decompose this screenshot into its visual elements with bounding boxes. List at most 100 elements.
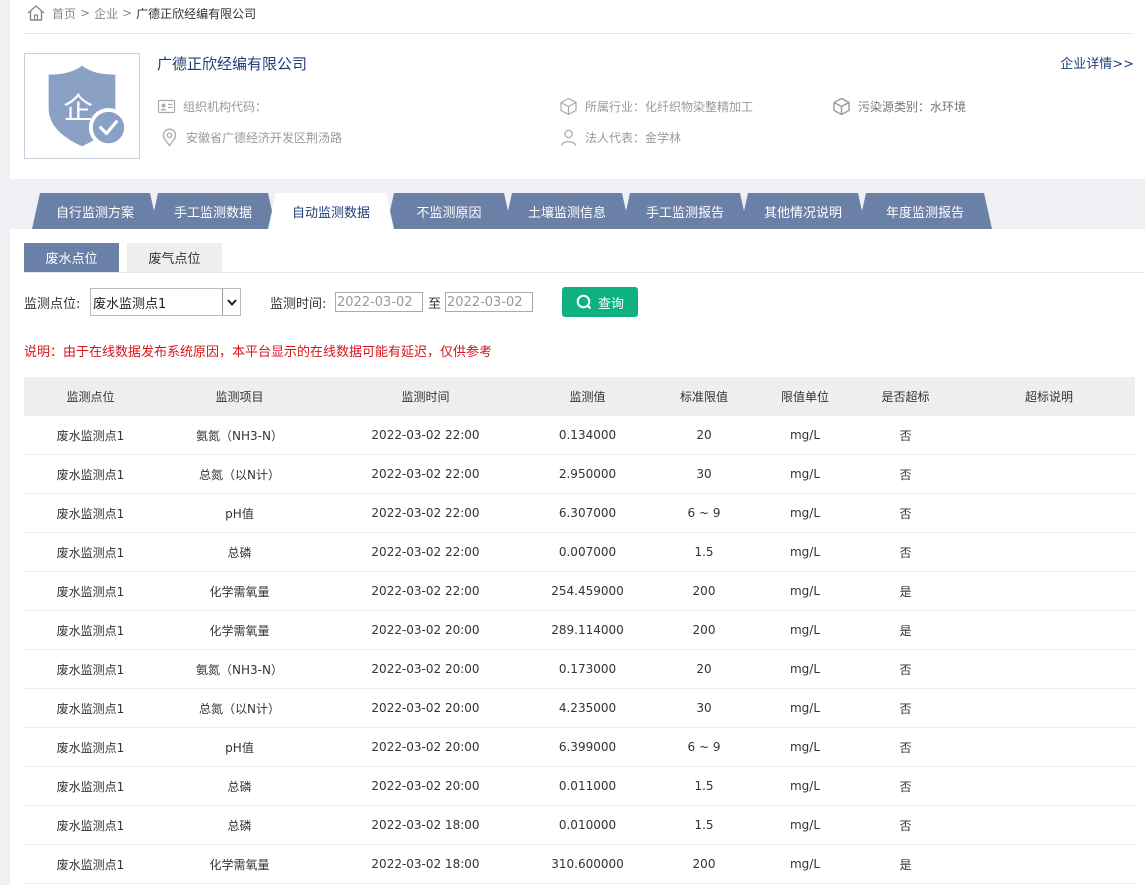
content-panel: 废水点位 废气点位 监测点位: 废水监测点1 监测时间: 2022-03-02 … [10, 229, 1145, 885]
cell-limit-unit: mg/L [789, 623, 821, 637]
table-row: 废水监测点1 总氮（以N计） 2022-03-02 20:00 4.235000 30 m… [24, 689, 1135, 728]
cell-exceeded: 是 [899, 623, 912, 638]
cell-point: 废水监测点1 [56, 623, 125, 638]
cell-limit-unit: mg/L [789, 662, 821, 676]
cell-limit-unit: mg/L [789, 506, 821, 520]
legal-rep-info: 法人代表：金学林 [559, 128, 681, 147]
subtab-exhaust-gas[interactable]: 废气点位 [127, 243, 222, 272]
cell-time: 2022-03-02 20:00 [371, 662, 480, 676]
cell-limit-unit: mg/L [789, 428, 821, 442]
tab-other-notes[interactable]: 其他情况说明 [740, 193, 866, 229]
tab-self-monitoring-plan[interactable]: 自行监测方案 [32, 193, 158, 229]
cell-time: 2022-03-02 18:00 [371, 857, 480, 871]
header-limit-unit: 限值单位 [780, 390, 829, 404]
cell-standard-limit: 1.5 [694, 545, 714, 559]
search-icon [576, 294, 592, 310]
cell-standard-limit: 200 [692, 584, 716, 598]
pollution-type-info: 污染源类别：水环境 [832, 97, 966, 116]
query-button[interactable]: 查询 [562, 287, 638, 317]
tab-soil-monitoring-info[interactable]: 土壤监测信息 [504, 193, 630, 229]
company-logo: 企 [24, 53, 140, 159]
header-value: 监测值 [569, 390, 606, 404]
cell-standard-limit: 20 [696, 662, 712, 676]
cell-exceeded: 否 [899, 740, 912, 755]
cell-limit-unit: mg/L [789, 701, 821, 715]
cell-standard-limit: 200 [692, 857, 716, 871]
cell-item: 总氮（以N计） [199, 467, 280, 482]
cell-value: 310.600000 [551, 857, 624, 871]
date-to-input[interactable]: 2022-03-02 [445, 292, 533, 312]
cell-limit-unit: mg/L [789, 740, 821, 754]
cell-point: 废水监测点1 [56, 428, 125, 443]
user-icon [560, 129, 577, 146]
home-icon[interactable] [26, 3, 46, 23]
point-select[interactable]: 废水监测点1 [90, 288, 241, 316]
cell-standard-limit: 20 [696, 428, 712, 442]
cell-item: 总氮（以N计） [199, 701, 280, 716]
cell-point: 废水监测点1 [56, 701, 125, 716]
divider [24, 272, 1145, 273]
tab-manual-monitoring-data[interactable]: 手工监测数据 [150, 193, 276, 229]
header-time: 监测时间 [401, 390, 450, 404]
cell-exceeded: 否 [899, 428, 912, 443]
location-pin-icon [162, 128, 177, 147]
query-button-label: 查询 [597, 296, 624, 312]
cell-time: 2022-03-02 20:00 [371, 740, 480, 754]
breadcrumb: 首页 > 企业 > 广德正欣经编有限公司 [26, 0, 256, 26]
cell-item: pH值 [225, 506, 254, 521]
table-row: 废水监测点1 化学需氧量 2022-03-02 22:00 254.459000 200… [24, 572, 1135, 611]
cell-item: 化学需氧量 [209, 584, 270, 599]
cell-exceeded: 是 [899, 584, 912, 599]
cell-exceeded: 否 [899, 467, 912, 482]
cell-point: 废水监测点1 [56, 545, 125, 560]
table-row: 废水监测点1 化学需氧量 2022-03-02 20:00 289.114000 200… [24, 611, 1135, 650]
cell-value: 6.399000 [558, 740, 617, 754]
cell-time: 2022-03-02 22:00 [371, 584, 480, 598]
table-body: 废水监测点1 氨氮（NH3-N） 2022-03-02 22:00 0.134000 2… [24, 416, 1135, 884]
cell-standard-limit: 30 [696, 701, 712, 715]
cell-exceeded: 否 [899, 662, 912, 677]
cell-item: 氨氮（NH3-N） [196, 662, 283, 677]
cell-point: 废水监测点1 [56, 662, 125, 677]
cell-value: 0.011000 [558, 779, 617, 793]
cell-point: 废水监测点1 [56, 467, 125, 482]
table-row: 废水监测点1 氨氮（NH3-N） 2022-03-02 20:00 0.173000 2… [24, 650, 1135, 689]
header-standard-limit: 标准限值 [679, 390, 728, 404]
cell-item: 总磷 [227, 779, 252, 794]
tab-annual-monitoring-report[interactable]: 年度监测报告 [858, 193, 992, 229]
subtab-wastewater[interactable]: 废水点位 [24, 243, 119, 272]
cell-limit-unit: mg/L [789, 818, 821, 832]
tab-manual-monitoring-report[interactable]: 手工监测报告 [622, 193, 748, 229]
monitoring-data-table: 监测点位 监测项目 监测时间 监测值 标准限值 限值单位 是否超标 超标说明 废… [24, 377, 1135, 884]
company-name: 广德正欣经编有限公司 [157, 55, 308, 73]
point-select-value: 废水监测点1 [93, 296, 167, 312]
cell-time: 2022-03-02 22:00 [371, 506, 480, 520]
header-exceed-note: 超标说明 [1024, 390, 1073, 404]
cell-item: 总磷 [227, 545, 252, 560]
cell-exceeded: 否 [899, 701, 912, 716]
tab-auto-monitoring-data[interactable]: 自动监测数据 [268, 193, 394, 229]
cell-limit-unit: mg/L [789, 584, 821, 598]
cell-standard-limit: 30 [696, 467, 712, 481]
divider [24, 33, 1133, 34]
cell-time: 2022-03-02 18:00 [371, 818, 480, 832]
table-row: 废水监测点1 总磷 2022-03-02 18:00 0.010000 1.5 mg/L 否 [24, 806, 1135, 845]
cell-point: 废水监测点1 [56, 857, 125, 872]
delay-notice: 说明：由于在线数据发布系统原因，本平台显示的在线数据可能有延迟，仅供参考 [24, 345, 493, 360]
monitoring-tabs: 自行监测方案 手工监测数据 自动监测数据 不监测原因 土壤监测信息 手工监测报告… [32, 193, 984, 229]
date-from-input[interactable]: 2022-03-02 [335, 292, 423, 312]
company-detail-link[interactable]: 企业详情>> [1060, 53, 1134, 72]
cell-value: 0.134000 [558, 428, 617, 442]
cell-item: 氨氮（NH3-N） [196, 428, 283, 443]
cell-limit-unit: mg/L [789, 779, 821, 793]
cell-standard-limit: 6 ~ 9 [687, 506, 721, 520]
chevron-down-icon[interactable] [222, 289, 240, 315]
org-code-label: 组织机构代码： [183, 100, 268, 114]
cell-point: 废水监测点1 [56, 818, 125, 833]
cell-standard-limit: 1.5 [694, 779, 714, 793]
tab-no-monitoring-reason[interactable]: 不监测原因 [386, 193, 512, 229]
breadcrumb-home[interactable]: 首页 [52, 5, 76, 22]
breadcrumb-enterprise[interactable]: 企业 [94, 5, 118, 22]
table-row: 废水监测点1 总磷 2022-03-02 22:00 0.007000 1.5 mg/L 否 [24, 533, 1135, 572]
table-row: 废水监测点1 总磷 2022-03-02 20:00 0.011000 1.5 mg/L 否 [24, 767, 1135, 806]
